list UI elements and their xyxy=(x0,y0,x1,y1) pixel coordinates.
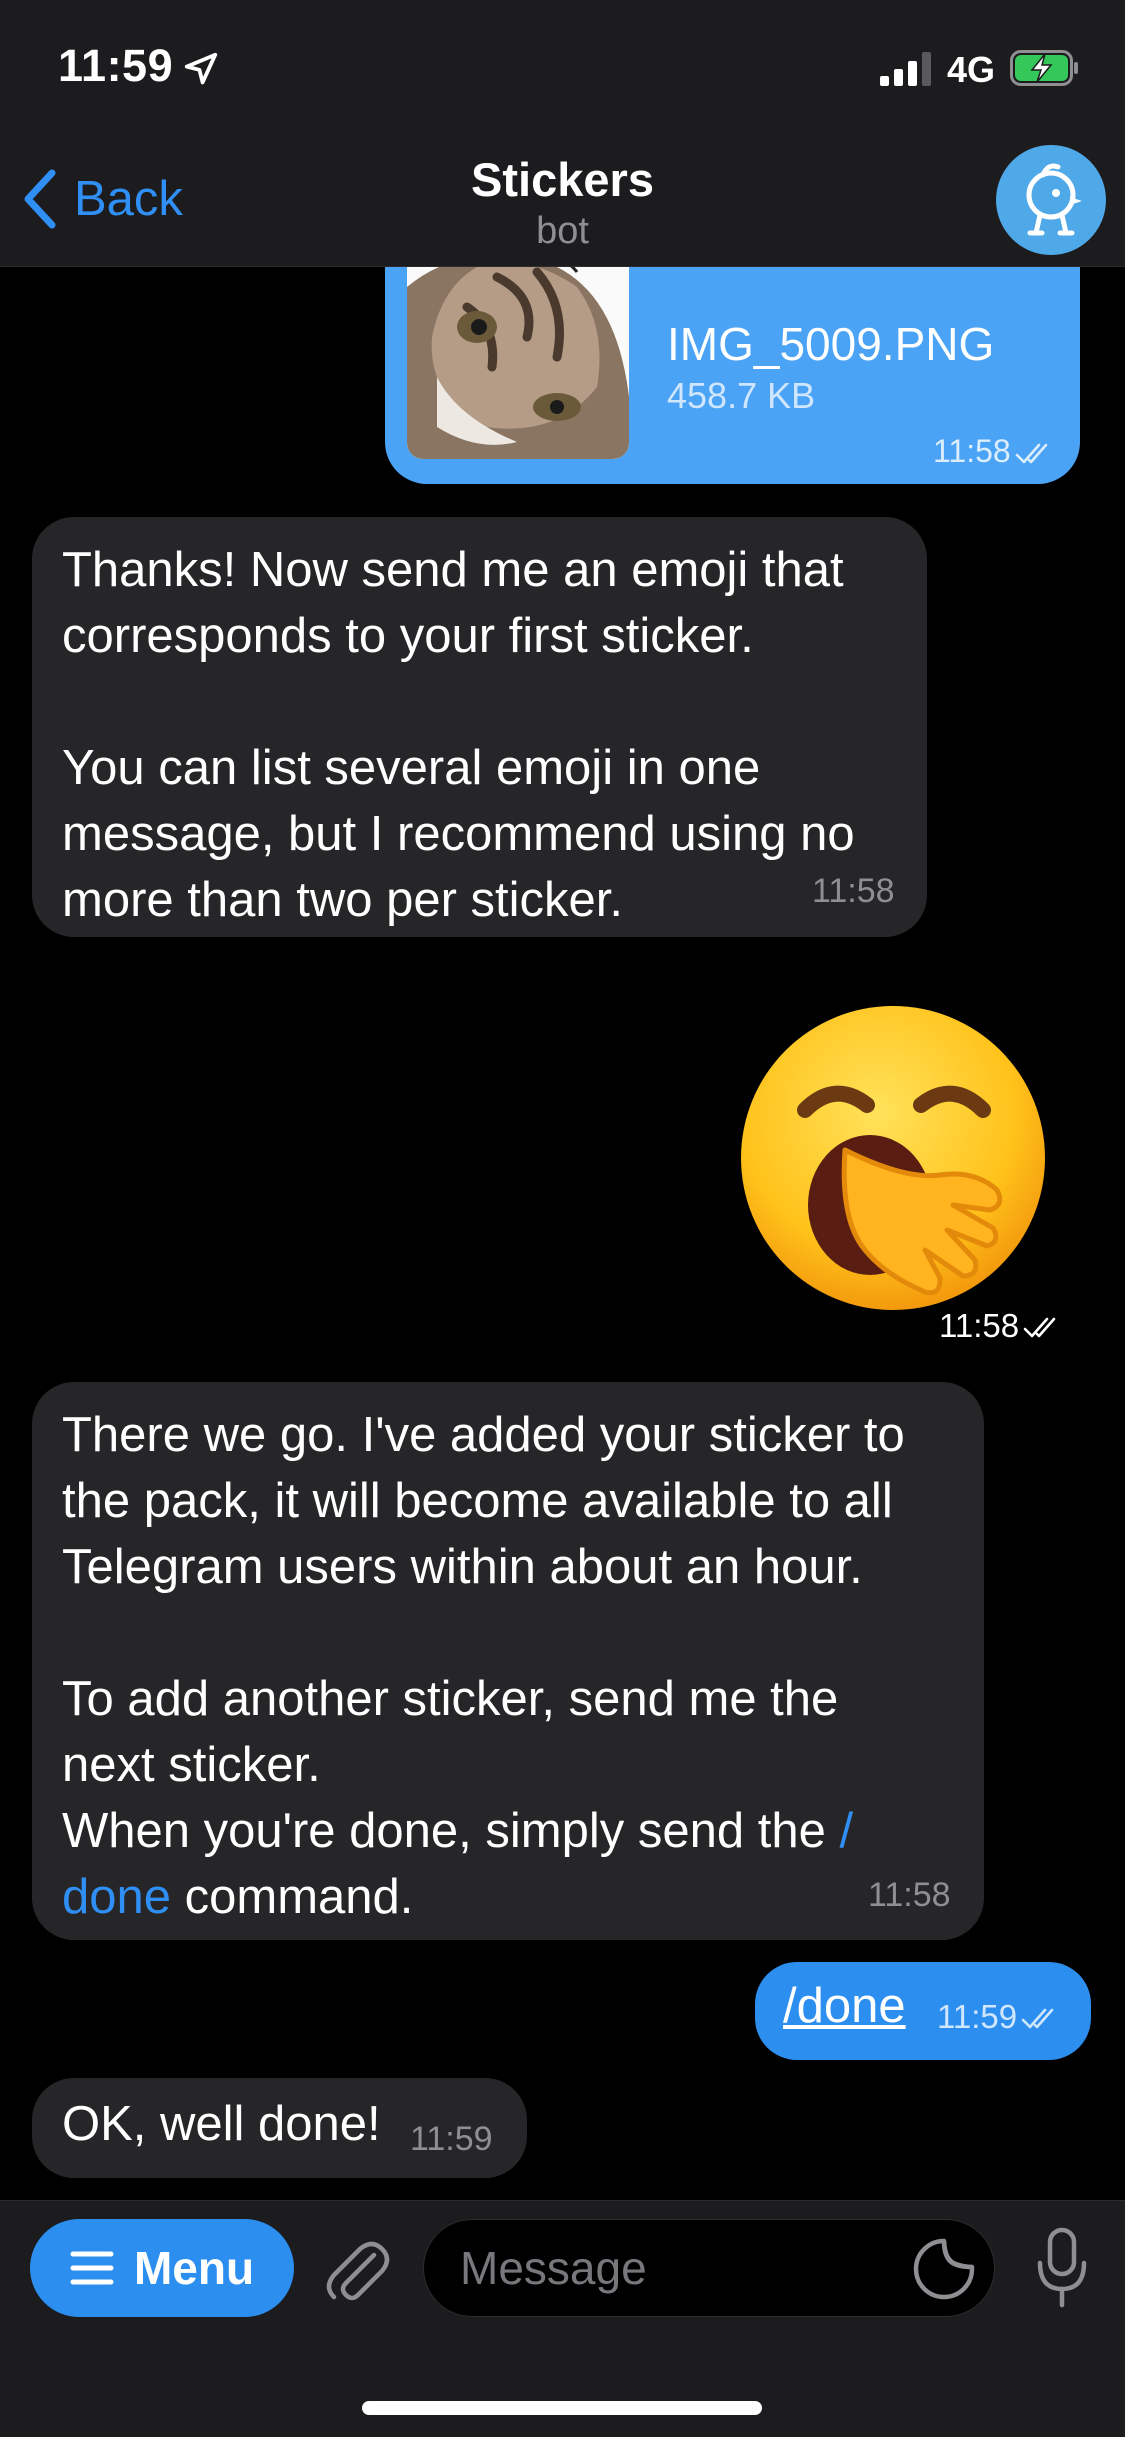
menu-label: Menu xyxy=(133,2242,255,2294)
bot-avatar[interactable] xyxy=(996,145,1106,255)
incoming-message[interactable]: OK, well done! 11:59 xyxy=(32,2078,527,2178)
status-bar: 11:59 4G xyxy=(0,0,1125,140)
double-check-icon xyxy=(1023,1317,1056,1338)
battery-charging-icon xyxy=(1010,50,1078,86)
message-time-value: 11:58 xyxy=(933,433,1011,469)
nav-bar: Back Stickers bot xyxy=(0,140,1125,267)
command-link-done[interactable]: done xyxy=(62,1870,171,1924)
microphone-icon[interactable] xyxy=(1036,2227,1088,2309)
menu-button[interactable]: Menu xyxy=(30,2219,294,2317)
message-text: There we go. I've added your sticker to … xyxy=(62,1402,905,1930)
message-time-value: 11:59 xyxy=(937,1998,1018,2035)
message-time: 11:58 xyxy=(812,872,895,910)
incoming-message[interactable]: Thanks! Now send me an emoji that corres… xyxy=(32,517,927,937)
message-time: 11:58 xyxy=(939,1307,1065,1345)
message-time: 11:58 xyxy=(868,1876,951,1914)
double-check-icon xyxy=(1021,2008,1054,2029)
hamburger-menu-icon xyxy=(70,2251,114,2285)
command-link[interactable]: / xyxy=(839,1804,853,1858)
outgoing-file-message[interactable]: IMG_5009.PNG 458.7 KB 11:58 xyxy=(385,267,1080,484)
signal-icon xyxy=(880,52,931,86)
double-check-icon xyxy=(1015,443,1048,463)
chat-subtitle: bot xyxy=(536,210,589,252)
chat-title[interactable]: Stickers xyxy=(0,152,1125,207)
input-bar: Menu xyxy=(0,2200,1125,2437)
location-arrow-icon xyxy=(184,52,218,85)
incoming-message[interactable]: There we go. I've added your sticker to … xyxy=(32,1382,984,1940)
message-time: 11:59 xyxy=(410,2120,493,2158)
message-time: 11:58 xyxy=(933,433,1057,470)
chat-area[interactable]: IMG_5009.PNG 458.7 KB 11:58 Thanks! Now … xyxy=(0,267,1125,2200)
message-time-value: 11:58 xyxy=(939,1307,1020,1344)
outgoing-message[interactable]: /done 11:59 xyxy=(755,1962,1091,2060)
file-name: IMG_5009.PNG xyxy=(667,318,995,370)
image-thumbnail[interactable] xyxy=(407,267,629,459)
paperclip-icon[interactable] xyxy=(322,2233,390,2305)
message-text-end: command. xyxy=(171,1870,414,1924)
sticker-bot-avatar-icon xyxy=(1026,163,1082,236)
message-text-body: There we go. I've added your sticker to … xyxy=(62,1408,905,1858)
message-time: 11:59 xyxy=(937,1998,1063,2036)
home-indicator xyxy=(362,2401,762,2415)
message-input[interactable] xyxy=(423,2219,995,2317)
file-size: 458.7 KB xyxy=(667,375,816,416)
status-time: 11:59 xyxy=(58,40,174,91)
yawning-face-emoji-icon[interactable] xyxy=(735,1000,1053,1320)
sticker-icon[interactable] xyxy=(912,2237,976,2301)
message-text[interactable]: /done xyxy=(783,1978,906,2034)
network-type: 4G xyxy=(947,49,996,90)
message-text: OK, well done! xyxy=(62,2097,381,2151)
message-text: Thanks! Now send me an emoji that corres… xyxy=(62,543,855,927)
